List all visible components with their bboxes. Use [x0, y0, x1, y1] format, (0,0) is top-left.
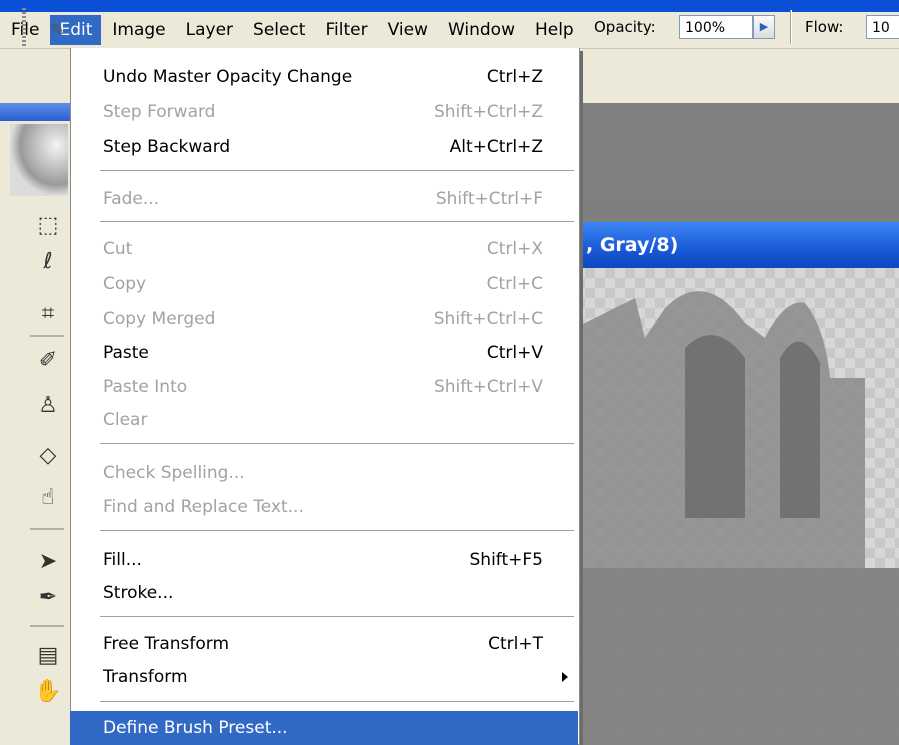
crop-icon[interactable]: ⌗ [30, 298, 66, 330]
options-bar-grip[interactable] [22, 8, 26, 46]
menu-item-label: Clear [103, 410, 148, 430]
menu-item-shortcut: Shift+Ctrl+Z [433, 102, 543, 122]
menu-item-label: Step Forward [103, 102, 216, 122]
clone-stamp-icon[interactable]: ♙ [30, 390, 66, 422]
menu-item-step-forward[interactable]: Step Forward Shift+Ctrl+Z [70, 95, 578, 129]
menu-item-label: Undo Master Opacity Change [103, 67, 353, 87]
menu-separator [100, 221, 574, 222]
menu-window[interactable]: Window [439, 15, 524, 45]
eraser-icon[interactable]: ◇ [30, 440, 66, 472]
flow-field[interactable]: 10 [866, 15, 899, 39]
menu-item-shortcut: Ctrl+C [486, 274, 543, 294]
tools-palette-titlebar[interactable] [0, 103, 70, 121]
menu-item-paste-into[interactable]: Paste Into Shift+Ctrl+V [70, 370, 578, 404]
hand-icon[interactable]: ✋ [30, 676, 66, 708]
menu-item-shortcut: Shift+Ctrl+C [433, 309, 543, 329]
marquee-icon[interactable]: ⬚ [30, 210, 66, 242]
tools-divider [30, 335, 64, 337]
path-selection-icon[interactable]: ➤ [30, 546, 66, 578]
menu-item-label: Define Brush Preset... [103, 718, 288, 738]
lasso-icon[interactable]: ℓ [30, 246, 66, 278]
menu-item-fade[interactable]: Fade... Shift+Ctrl+F [70, 182, 578, 216]
menu-layer[interactable]: Layer [177, 15, 242, 45]
menu-item-shortcut: Shift+F5 [469, 550, 543, 570]
tools-divider [30, 625, 64, 627]
menu-item-fill[interactable]: Fill... Shift+F5 [70, 543, 578, 577]
window-title-strip [0, 0, 899, 12]
tools-divider [30, 528, 64, 530]
menu-item-shortcut: Ctrl+T [488, 634, 543, 654]
menu-item-label: Check Spelling... [103, 463, 245, 483]
document-canvas[interactable] [575, 268, 899, 745]
menu-item-copy-merged[interactable]: Copy Merged Shift+Ctrl+C [70, 302, 578, 336]
opacity-slider-button[interactable]: ▶ [753, 15, 775, 39]
menu-item-transform[interactable]: Transform [70, 660, 578, 694]
flow-label: Flow: [805, 18, 844, 36]
menu-item-shortcut: Shift+Ctrl+F [435, 189, 543, 209]
pen-icon[interactable]: ✒ [30, 582, 66, 614]
menu-separator [100, 443, 574, 444]
menu-item-define-brush-preset[interactable]: Define Brush Preset... [70, 711, 578, 745]
menu-item-check-spelling[interactable]: Check Spelling... [70, 456, 578, 490]
menu-item-free-transform[interactable]: Free Transform Ctrl+T [70, 627, 578, 661]
smudge-icon[interactable]: ☝ [30, 482, 66, 514]
menu-item-label: Transform [103, 667, 188, 687]
menu-item-step-backward[interactable]: Step Backward Alt+Ctrl+Z [70, 130, 578, 164]
menu-separator [100, 170, 574, 171]
adobe-logo-icon[interactable] [10, 124, 68, 196]
notes-icon[interactable]: ▤ [30, 640, 66, 672]
menu-item-shortcut: Ctrl+V [486, 343, 543, 363]
menu-item-label: Copy Merged [103, 309, 216, 329]
menu-help[interactable]: Help [526, 15, 583, 45]
tool-preset-icon[interactable]: ✎ [50, 20, 65, 41]
opacity-label: Opacity: [594, 18, 656, 36]
menu-item-label: Copy [103, 274, 147, 294]
menu-item-paste[interactable]: Paste Ctrl+V [70, 336, 578, 370]
menu-item-shortcut: Shift+Ctrl+V [433, 377, 543, 397]
menu-item-stroke[interactable]: Stroke... [70, 576, 578, 610]
menu-item-clear[interactable]: Clear [70, 403, 578, 437]
options-divider [790, 10, 792, 44]
menu-item-label: Free Transform [103, 634, 230, 654]
menu-item-label: Stroke... [103, 583, 174, 603]
menu-separator [100, 616, 574, 617]
menu-item-shortcut: Alt+Ctrl+Z [449, 137, 543, 157]
canvas-image [575, 291, 899, 745]
menu-filter[interactable]: Filter [316, 15, 376, 45]
menu-item-label: Find and Replace Text... [103, 497, 304, 517]
menu-item-shortcut: Ctrl+Z [486, 67, 543, 87]
menu-item-label: Paste Into [103, 377, 188, 397]
menu-item-undo[interactable]: Undo Master Opacity Change Ctrl+Z [70, 60, 578, 94]
menu-item-label: Step Backward [103, 137, 231, 157]
menu-separator [100, 530, 574, 531]
menu-item-label: Cut [103, 239, 133, 259]
menu-select[interactable]: Select [244, 15, 314, 45]
menu-image[interactable]: Image [103, 15, 174, 45]
menu-item-find-replace[interactable]: Find and Replace Text... [70, 490, 578, 524]
menu-item-cut[interactable]: Cut Ctrl+X [70, 232, 578, 266]
menu-item-label: Fade... [103, 189, 160, 209]
menu-item-label: Paste [103, 343, 149, 363]
menu-view[interactable]: View [379, 15, 437, 45]
document-title: , Gray/8) [586, 234, 679, 256]
submenu-arrow-icon [562, 672, 568, 682]
menu-item-label: Fill... [103, 550, 142, 570]
opacity-field[interactable]: 100% [679, 15, 753, 39]
healing-brush-icon[interactable]: ✐ [30, 345, 66, 377]
menu-separator [100, 701, 574, 702]
menu-item-copy[interactable]: Copy Ctrl+C [70, 267, 578, 301]
menu-item-shortcut: Ctrl+X [486, 239, 543, 259]
